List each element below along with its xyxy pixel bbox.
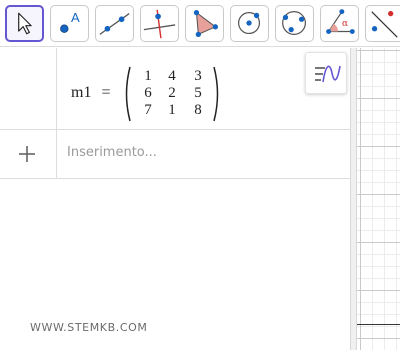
polygon-icon xyxy=(193,9,219,38)
algebra-item-m1[interactable]: m1 = 1 4 3 6 2 5 7 1 8 xyxy=(0,48,350,130)
line-tool-button[interactable] xyxy=(95,5,134,42)
matrix-name-label: m1 = xyxy=(71,84,110,102)
matrix-equals: = xyxy=(101,84,111,101)
matrix-cell: 2 xyxy=(168,85,176,101)
point-icon xyxy=(60,24,69,33)
matrix-cell: 6 xyxy=(144,85,152,101)
matrix-cell: 7 xyxy=(144,102,152,118)
watermark: WWW.STEMKB.COM xyxy=(30,321,148,334)
move-tool-button[interactable] xyxy=(5,5,44,42)
algebra-input-field[interactable]: Inserimento... xyxy=(67,145,157,160)
matrix-cell: 5 xyxy=(194,85,202,101)
angle-tool-label: α xyxy=(342,19,349,29)
matrix-cell: 3 xyxy=(194,68,202,84)
point-tool-label: A xyxy=(71,10,80,25)
matrix-value: 1 4 3 6 2 5 7 1 8 xyxy=(122,66,222,122)
perpendicular-line-icon xyxy=(143,9,176,39)
circle-center-point-icon xyxy=(238,12,261,35)
x-axis xyxy=(357,324,400,325)
view-splitter[interactable] xyxy=(350,48,357,350)
line-icon xyxy=(99,13,130,35)
matrix-cell: 1 xyxy=(144,68,152,84)
algebra-style-bar-button[interactable] xyxy=(305,52,347,94)
algebra-item-marble-column xyxy=(0,48,57,129)
reflect-tool-button[interactable] xyxy=(365,5,400,42)
angle-tool-button[interactable]: α xyxy=(320,5,359,42)
circle-three-points-icon xyxy=(282,11,306,35)
matrix-name: m1 xyxy=(71,84,92,101)
right-parenthesis xyxy=(212,66,222,122)
graphics-view[interactable] xyxy=(357,48,400,350)
algebra-view: m1 = 1 4 3 6 2 5 7 1 8 Inserimento... WW… xyxy=(0,48,350,350)
point-tool-button[interactable]: A xyxy=(50,5,89,42)
plus-icon xyxy=(19,146,35,162)
angle-icon xyxy=(326,9,355,34)
left-parenthesis xyxy=(122,66,132,122)
circle-three-points-tool-button[interactable] xyxy=(275,5,314,42)
matrix-cell: 1 xyxy=(168,102,176,118)
matrix-cell: 4 xyxy=(168,68,176,84)
reflect-icon xyxy=(371,10,398,38)
polygon-tool-button[interactable] xyxy=(185,5,224,42)
add-item-button[interactable] xyxy=(16,143,38,165)
matrix-cell: 8 xyxy=(194,102,202,118)
algebra-input-row[interactable]: Inserimento... xyxy=(0,130,350,179)
move-arrow-icon xyxy=(18,12,32,35)
toolbar: A α xyxy=(0,0,400,47)
algebra-style-bar-icon xyxy=(315,65,341,83)
perpendicular-line-tool-button[interactable] xyxy=(140,5,179,42)
algebra-input-marble-column xyxy=(0,130,57,178)
circle-center-point-tool-button[interactable] xyxy=(230,5,269,42)
